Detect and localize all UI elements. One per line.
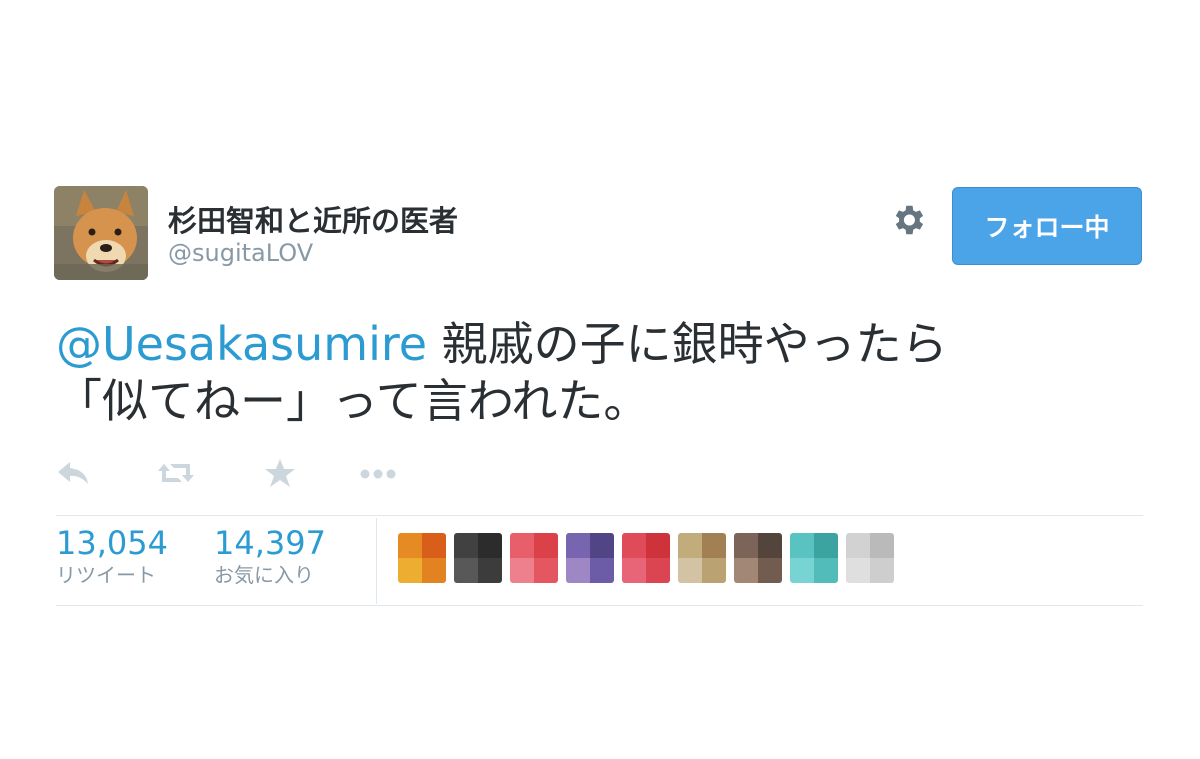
tweet-text: @Uesakasumire 親戚の子に銀時やったら 「似てねー」って言われた。	[56, 316, 1146, 430]
gear-icon[interactable]	[889, 201, 927, 239]
tweet-text-line1: 親戚の子に銀時やったら	[427, 317, 948, 371]
stats-bottom-divider	[56, 605, 1143, 606]
favoriter-avatar[interactable]	[566, 533, 614, 583]
favorite-count[interactable]: 14,397 お気に入り	[214, 524, 326, 588]
more-icon[interactable]	[359, 455, 397, 491]
favoriter-avatar[interactable]	[398, 533, 446, 583]
retweet-count[interactable]: 13,054 リツイート	[56, 524, 168, 588]
retweet-count-value: 13,054	[56, 524, 168, 562]
favorite-count-label: お気に入り	[214, 563, 314, 587]
display-name[interactable]: 杉田智和と近所の医者	[168, 198, 458, 240]
favorite-icon[interactable]	[264, 455, 296, 491]
favoriter-avatar[interactable]	[622, 533, 670, 583]
mention-link[interactable]: @Uesakasumire	[56, 317, 427, 371]
dog-avatar-image	[54, 186, 148, 280]
following-button[interactable]: フォロー中	[952, 187, 1142, 265]
favoriter-avatar[interactable]	[790, 533, 838, 583]
retweet-icon[interactable]	[156, 455, 196, 491]
favoriter-avatar[interactable]	[454, 533, 502, 583]
stats-vertical-divider	[376, 518, 377, 604]
tweet-text-line2: 「似てねー」って言われた。	[56, 374, 650, 428]
favoriter-avatar[interactable]	[678, 533, 726, 583]
favoriter-avatar[interactable]	[510, 533, 558, 583]
favorite-count-value: 14,397	[214, 524, 326, 562]
avatar[interactable]	[54, 186, 148, 280]
favoriter-avatar[interactable]	[846, 533, 894, 583]
favoriter-avatar[interactable]	[734, 533, 782, 583]
reply-icon[interactable]	[56, 455, 90, 491]
screen-name[interactable]: @sugitaLOV	[168, 239, 313, 267]
stats-top-divider	[56, 515, 1143, 516]
retweet-count-label: リツイート	[56, 563, 156, 587]
